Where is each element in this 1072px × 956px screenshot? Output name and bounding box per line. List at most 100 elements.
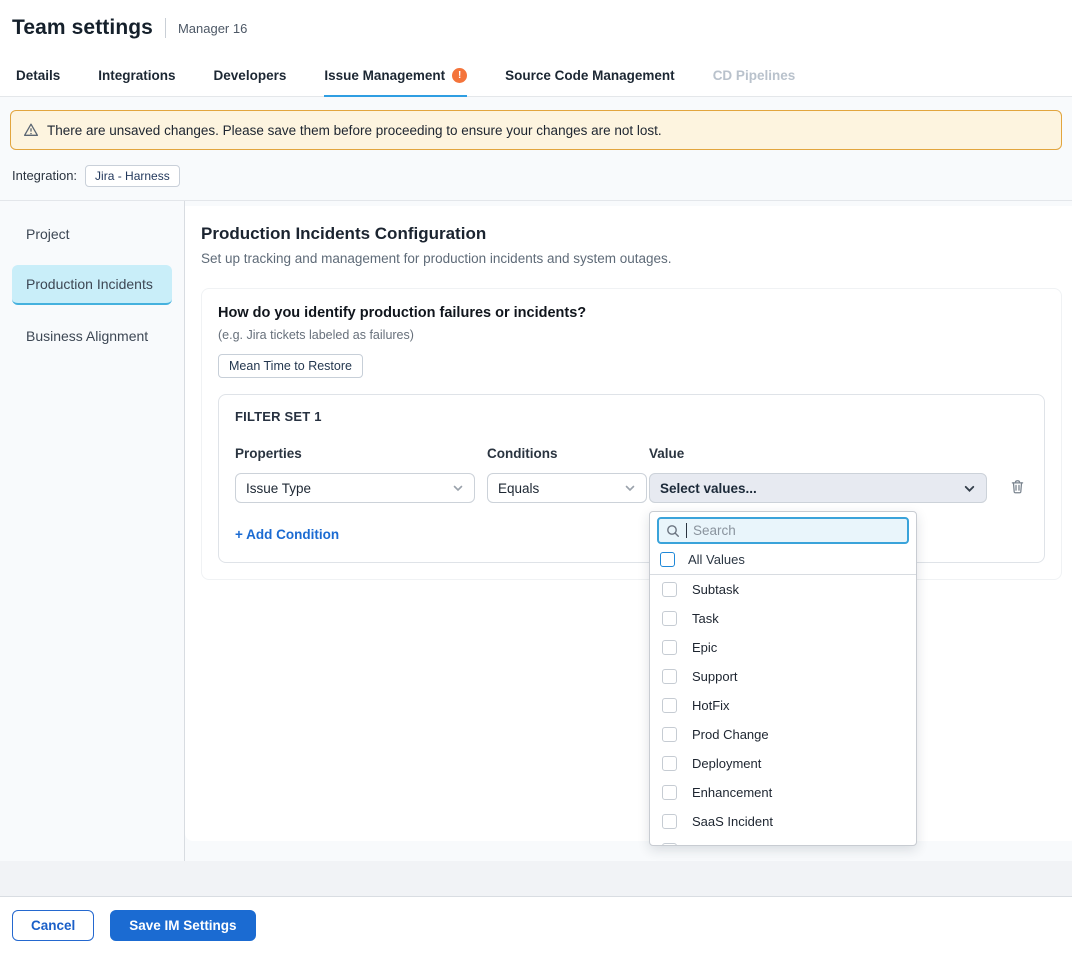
title-divider — [165, 18, 166, 38]
filter-column-headers: Properties Conditions Value — [235, 446, 1028, 461]
option-label: Support — [692, 669, 738, 684]
dropdown-search[interactable] — [657, 517, 909, 544]
option-label: HotFix — [692, 698, 730, 713]
chevron-down-icon — [452, 482, 464, 494]
section-subtitle: Set up tracking and management for produ… — [201, 251, 1062, 266]
properties-column-label: Properties — [235, 446, 475, 461]
option-prod-change[interactable]: Prod Change — [650, 720, 916, 749]
value-select-placeholder: Select values... — [660, 481, 757, 496]
option-customer-notification[interactable]: Customer Notification — [650, 836, 916, 846]
option-label: Customer Notification — [692, 843, 816, 846]
question-hint: (e.g. Jira tickets labeled as failures) — [218, 328, 1045, 342]
tab-label: Source Code Management — [505, 68, 675, 83]
integration-row: Integration: Jira - Harness — [12, 163, 1072, 188]
settings-sidebar: Project Production Incidents Business Alig… — [0, 201, 185, 861]
text-cursor — [686, 523, 687, 538]
tab-details[interactable]: Details — [16, 56, 60, 97]
condition-select-value: Equals — [498, 481, 539, 496]
chevron-down-icon — [963, 482, 976, 495]
page-title: Team settings — [12, 16, 153, 40]
team-settings-page: Team settings Manager 16 Details Integrat… — [0, 0, 1072, 955]
trash-icon — [1009, 478, 1026, 495]
tab-label: CD Pipelines — [713, 68, 796, 83]
search-icon — [666, 524, 680, 538]
question-heading: How do you identify production failures … — [218, 305, 1045, 321]
option-label: Task — [692, 611, 719, 626]
main-panel: Production Incidents Configuration Set u… — [185, 206, 1072, 841]
filter-set-title: FILTER SET 1 — [235, 409, 1028, 424]
tab-integrations[interactable]: Integrations — [98, 56, 175, 97]
option-checkbox[interactable] — [662, 756, 677, 771]
tab-developers[interactable]: Developers — [214, 56, 287, 97]
search-input[interactable] — [693, 523, 900, 538]
option-saas-incident[interactable]: SaaS Incident — [650, 807, 916, 836]
option-label: Subtask — [692, 582, 739, 597]
delete-filter-button[interactable] — [1007, 476, 1028, 500]
option-support[interactable]: Support — [650, 662, 916, 691]
tab-cd-pipelines: CD Pipelines — [713, 56, 796, 97]
settings-body: Project Production Incidents Business Alig… — [0, 201, 1072, 861]
tab-source-code-management[interactable]: Source Code Management — [505, 56, 675, 97]
integration-chip[interactable]: Jira - Harness — [85, 165, 180, 187]
banner-text: There are unsaved changes. Please save t… — [47, 123, 662, 138]
option-checkbox[interactable] — [662, 785, 677, 800]
option-checkbox[interactable] — [662, 698, 677, 713]
dropdown-options-list: Subtask Task Epic Support HotFix Prod Change D… — [650, 575, 916, 846]
cancel-button[interactable]: Cancel — [12, 910, 94, 941]
save-im-settings-button[interactable]: Save IM Settings — [110, 910, 255, 941]
option-checkbox[interactable] — [662, 814, 677, 829]
sidebar-item-production-incidents[interactable]: Production Incidents — [12, 265, 172, 305]
option-checkbox[interactable] — [662, 843, 677, 846]
select-all-option[interactable]: All Values — [650, 545, 916, 575]
tab-label: Issue Management — [324, 68, 445, 83]
option-checkbox[interactable] — [662, 669, 677, 684]
property-select[interactable]: Issue Type — [235, 473, 475, 503]
option-label: Prod Change — [692, 727, 769, 742]
unsaved-changes-banner: There are unsaved changes. Please save t… — [10, 110, 1062, 150]
sidebar-item-project[interactable]: Project — [12, 215, 172, 253]
value-select-wrap: Select values... — [649, 473, 987, 503]
value-column-label: Value — [649, 446, 987, 461]
sidebar-item-business-alignment[interactable]: Business Alignment — [12, 317, 172, 355]
option-subtask[interactable]: Subtask — [650, 575, 916, 604]
footer-actions: Cancel Save IM Settings — [0, 897, 1072, 955]
value-dropdown: All Values Subtask Task Epic Support HotFix P… — [649, 511, 917, 846]
chevron-down-icon — [624, 482, 636, 494]
incidents-config-card: How do you identify production failures … — [201, 288, 1062, 580]
content-area: There are unsaved changes. Please save t… — [0, 97, 1072, 861]
tab-label: Integrations — [98, 68, 175, 83]
option-label: Deployment — [692, 756, 761, 771]
value-select[interactable]: Select values... — [649, 473, 987, 503]
all-values-checkbox[interactable] — [660, 552, 675, 567]
option-checkbox[interactable] — [662, 727, 677, 742]
option-label: Enhancement — [692, 785, 772, 800]
option-hotfix[interactable]: HotFix — [650, 691, 916, 720]
tab-issue-management[interactable]: Issue Management! — [324, 56, 467, 97]
option-epic[interactable]: Epic — [650, 633, 916, 662]
filter-row: Issue Type Equals Select values... — [235, 473, 1028, 503]
section-title: Production Incidents Configuration — [201, 224, 1062, 244]
warning-icon — [23, 122, 39, 138]
tab-label: Developers — [214, 68, 287, 83]
filter-set-card: FILTER SET 1 Properties Conditions Value… — [218, 394, 1045, 563]
option-checkbox[interactable] — [662, 640, 677, 655]
conditions-column-label: Conditions — [487, 446, 647, 461]
team-name: Manager 16 — [178, 21, 247, 36]
option-label: Epic — [692, 640, 717, 655]
all-values-label: All Values — [688, 552, 745, 567]
tab-bar: Details Integrations Developers Issue Manag… — [0, 56, 1072, 97]
option-deployment[interactable]: Deployment — [650, 749, 916, 778]
option-checkbox[interactable] — [662, 611, 677, 626]
property-select-value: Issue Type — [246, 481, 311, 496]
footer-separator-band — [0, 861, 1072, 897]
integration-label: Integration: — [12, 168, 77, 183]
option-checkbox[interactable] — [662, 582, 677, 597]
alert-badge-icon: ! — [452, 68, 467, 83]
condition-select[interactable]: Equals — [487, 473, 647, 503]
tab-label: Details — [16, 68, 60, 83]
option-label: SaaS Incident — [692, 814, 773, 829]
metric-chip[interactable]: Mean Time to Restore — [218, 354, 363, 378]
page-header: Team settings Manager 16 — [0, 0, 1072, 56]
option-task[interactable]: Task — [650, 604, 916, 633]
option-enhancement[interactable]: Enhancement — [650, 778, 916, 807]
